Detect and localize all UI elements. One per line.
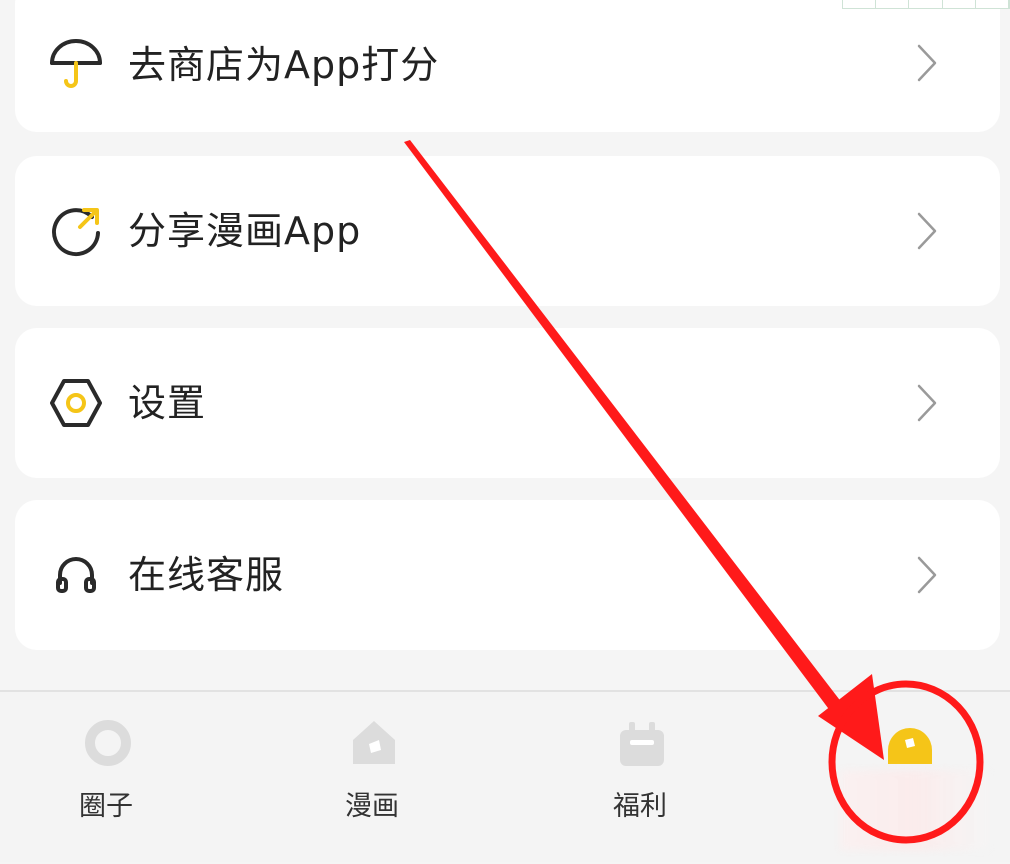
headphones-icon (56, 557, 96, 593)
toolbar-slot[interactable] (943, 0, 976, 8)
profile-icon (888, 728, 932, 764)
circle-ring-icon (85, 720, 131, 766)
rate-app-item[interactable]: 去商店为App打分 (15, 0, 1000, 132)
chevron-right-icon (917, 556, 937, 594)
share-app-item[interactable]: 分享漫画App (15, 156, 1000, 306)
settings-item[interactable]: 设置 (15, 328, 1000, 478)
chevron-right-icon (917, 212, 937, 250)
customer-service-label: 在线客服 (128, 553, 285, 597)
chevron-right-icon (917, 44, 937, 82)
share-app-label: 分享漫画App (128, 209, 362, 253)
tab-comics[interactable]: 漫画 (272, 692, 472, 864)
floating-toolbar-strip (842, 0, 1010, 9)
customer-service-item[interactable]: 在线客服 (15, 500, 1000, 650)
share-arrow-icon (52, 208, 100, 257)
tab-circle-label: 圈子 (79, 791, 133, 822)
tab-benefits-label: 福利 (613, 791, 667, 822)
toolbar-slot[interactable] (909, 0, 943, 8)
toolbar-slot[interactable] (843, 0, 877, 8)
menu-list: 去商店为App打分 分享漫画App 设置 在线客服 (0, 0, 1010, 690)
house-icon (353, 721, 395, 764)
tab-comics-label: 漫画 (345, 791, 399, 822)
toolbar-slot[interactable] (976, 0, 1010, 8)
hexagon-settings-icon (50, 379, 102, 427)
umbrella-icon (50, 39, 102, 88)
chevron-right-icon (917, 384, 937, 422)
rate-app-label: 去商店为App打分 (128, 43, 440, 87)
toolbar-slot[interactable] (876, 0, 910, 8)
tab-benefits[interactable]: 福利 (540, 692, 740, 864)
gift-box-icon (620, 722, 664, 766)
settings-label: 设置 (128, 381, 207, 425)
tab-circle[interactable]: 圈子 (6, 692, 206, 864)
blurred-watermark-area (840, 770, 990, 850)
